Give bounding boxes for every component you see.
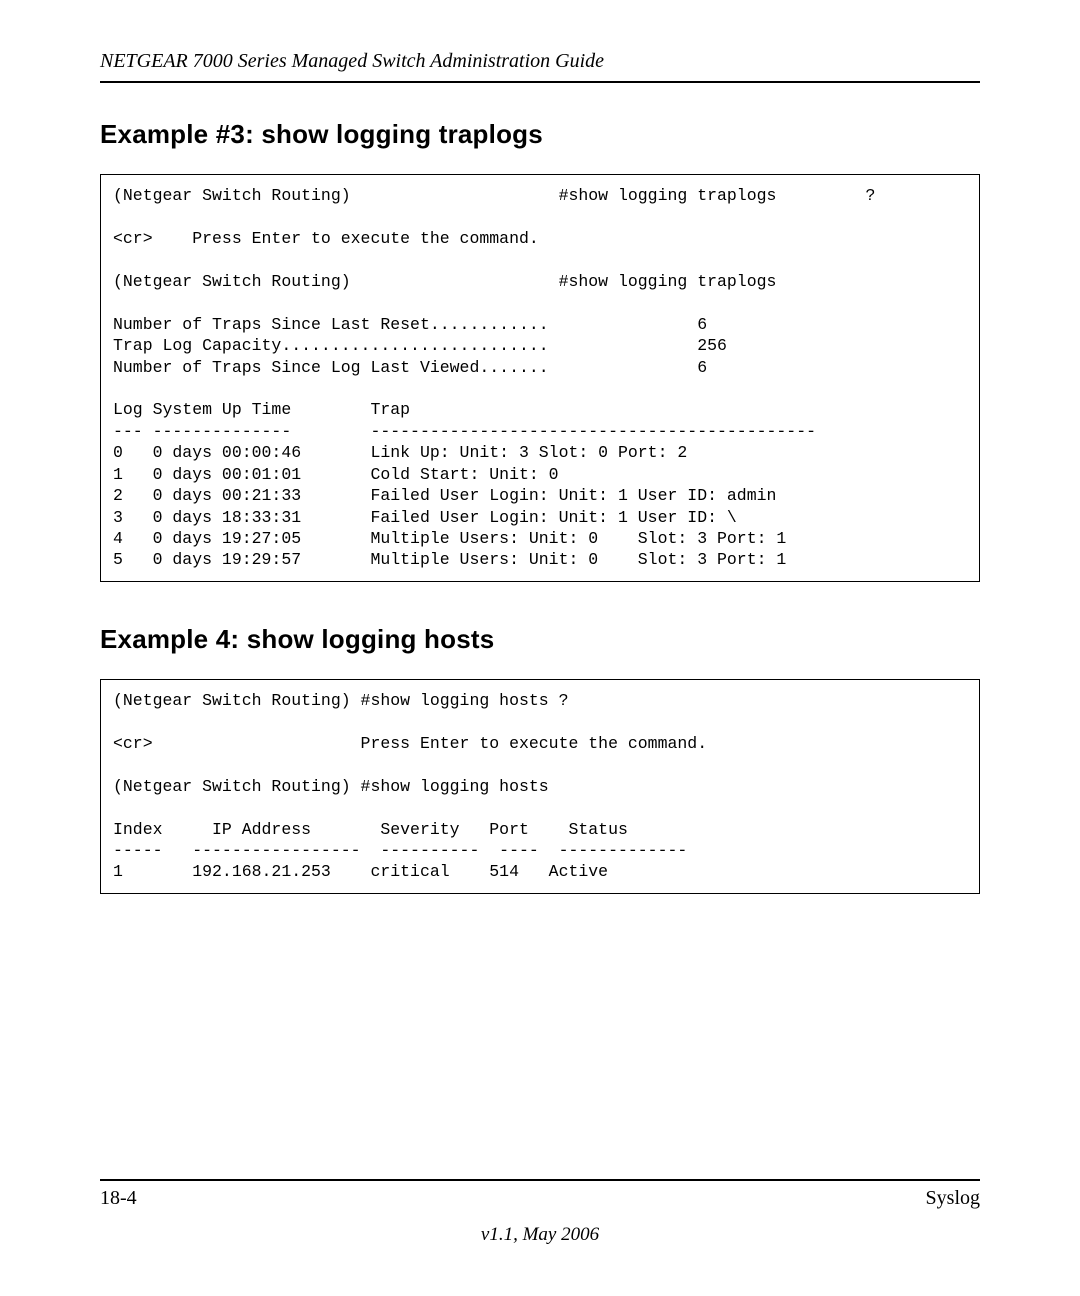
example4-code: (Netgear Switch Routing) #show logging h… (100, 679, 980, 894)
page-header: NETGEAR 7000 Series Managed Switch Admin… (100, 50, 980, 83)
example4-heading: Example 4: show logging hosts (100, 624, 980, 655)
example3-code: (Netgear Switch Routing) #show logging t… (100, 174, 980, 582)
example3-heading: Example #3: show logging traplogs (100, 119, 980, 150)
header-title: NETGEAR 7000 Series Managed Switch Admin… (100, 50, 604, 72)
footer-chapter: Syslog (926, 1187, 980, 1210)
footer-page-number: 18-4 (100, 1187, 137, 1210)
footer-version: v1.1, May 2006 (100, 1224, 980, 1246)
footer-line: 18-4 Syslog (100, 1179, 980, 1210)
page-footer: 18-4 Syslog v1.1, May 2006 (100, 1179, 980, 1246)
